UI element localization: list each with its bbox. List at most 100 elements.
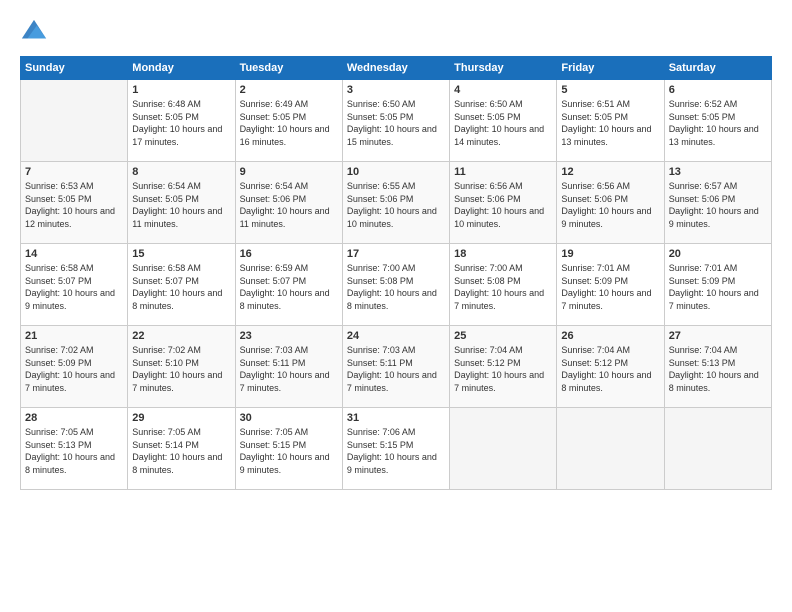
calendar-cell: 13 Sunrise: 6:57 AMSunset: 5:06 PMDayligh… bbox=[664, 162, 771, 244]
calendar-cell: 27Sunrise: 7:04 AMSunset: 5:13 PMDayligh… bbox=[664, 326, 771, 408]
calendar-cell: 23Sunrise: 7:03 AMSunset: 5:11 PMDayligh… bbox=[235, 326, 342, 408]
calendar-header bbox=[20, 18, 772, 46]
calendar-cell: 2 Sunrise: 6:49 AMSunset: 5:05 PMDaylight… bbox=[235, 80, 342, 162]
calendar-cell: 14Sunrise: 6:58 AMSunset: 5:07 PMDayligh… bbox=[21, 244, 128, 326]
calendar-cell: 1 Sunrise: 6:48 AMSunset: 5:05 PMDaylight… bbox=[128, 80, 235, 162]
calendar-cell: 24 Sunrise: 7:03 AMSunset: 5:11 PMDayligh… bbox=[342, 326, 449, 408]
day-info: Sunrise: 7:06 AMSunset: 5:15 PMDaylight:… bbox=[347, 426, 445, 476]
day-info: Sunrise: 7:00 AMSunset: 5:08 PMDaylight:… bbox=[347, 262, 445, 312]
day-number: 15 bbox=[132, 248, 230, 260]
day-info: Sunrise: 6:56 AMSunset: 5:06 PMDaylight:… bbox=[454, 180, 552, 230]
logo-icon bbox=[20, 18, 48, 46]
day-info: Sunrise: 6:57 AMSunset: 5:06 PMDaylight:… bbox=[669, 180, 767, 230]
day-info: Sunrise: 7:01 AMSunset: 5:09 PMDaylight:… bbox=[561, 262, 659, 312]
day-number: 23 bbox=[240, 330, 338, 342]
day-number: 11 bbox=[454, 166, 552, 178]
day-info: Sunrise: 6:58 AMSunset: 5:07 PMDaylight:… bbox=[132, 262, 230, 312]
calendar-cell: 29 Sunrise: 7:05 AMSunset: 5:14 PMDayligh… bbox=[128, 408, 235, 490]
day-info: Sunrise: 7:05 AMSunset: 5:15 PMDaylight:… bbox=[240, 426, 338, 476]
day-number: 19 bbox=[561, 248, 659, 260]
weekday-header-saturday: Saturday bbox=[664, 57, 771, 80]
day-number: 26 bbox=[561, 330, 659, 342]
day-number: 25 bbox=[454, 330, 552, 342]
calendar-cell: 10 Sunrise: 6:55 AMSunset: 5:06 PMDayligh… bbox=[342, 162, 449, 244]
day-number: 31 bbox=[347, 412, 445, 424]
day-number: 18 bbox=[454, 248, 552, 260]
weekday-header-thursday: Thursday bbox=[450, 57, 557, 80]
calendar-cell: 8 Sunrise: 6:54 AMSunset: 5:05 PMDaylight… bbox=[128, 162, 235, 244]
calendar-cell: 18 Sunrise: 7:00 AMSunset: 5:08 PMDayligh… bbox=[450, 244, 557, 326]
day-number: 16 bbox=[240, 248, 338, 260]
day-info: Sunrise: 6:49 AMSunset: 5:05 PMDaylight:… bbox=[240, 98, 338, 148]
day-number: 30 bbox=[240, 412, 338, 424]
day-number: 10 bbox=[347, 166, 445, 178]
calendar-cell: 28 Sunrise: 7:05 AMSunset: 5:13 PMDayligh… bbox=[21, 408, 128, 490]
day-number: 17 bbox=[347, 248, 445, 260]
calendar-week-row: 1 Sunrise: 6:48 AMSunset: 5:05 PMDaylight… bbox=[21, 80, 772, 162]
day-info: Sunrise: 6:56 AMSunset: 5:06 PMDaylight:… bbox=[561, 180, 659, 230]
calendar-cell: 6 Sunrise: 6:52 AMSunset: 5:05 PMDaylight… bbox=[664, 80, 771, 162]
weekday-header-friday: Friday bbox=[557, 57, 664, 80]
day-info: Sunrise: 6:54 AMSunset: 5:05 PMDaylight:… bbox=[132, 180, 230, 230]
calendar-cell: 15 Sunrise: 6:58 AMSunset: 5:07 PMDayligh… bbox=[128, 244, 235, 326]
calendar-cell bbox=[21, 80, 128, 162]
day-number: 21 bbox=[25, 330, 123, 342]
day-number: 3 bbox=[347, 84, 445, 96]
calendar-cell: 11 Sunrise: 6:56 AMSunset: 5:06 PMDayligh… bbox=[450, 162, 557, 244]
day-number: 13 bbox=[669, 166, 767, 178]
calendar-cell: 25 Sunrise: 7:04 AMSunset: 5:12 PMDayligh… bbox=[450, 326, 557, 408]
day-number: 14 bbox=[25, 248, 123, 260]
day-number: 4 bbox=[454, 84, 552, 96]
calendar-week-row: 7 Sunrise: 6:53 AMSunset: 5:05 PMDaylight… bbox=[21, 162, 772, 244]
day-info: Sunrise: 7:00 AMSunset: 5:08 PMDaylight:… bbox=[454, 262, 552, 312]
day-number: 9 bbox=[240, 166, 338, 178]
calendar-cell: 21 Sunrise: 7:02 AMSunset: 5:09 PMDayligh… bbox=[21, 326, 128, 408]
day-number: 22 bbox=[132, 330, 230, 342]
calendar-cell: 5 Sunrise: 6:51 AMSunset: 5:05 PMDaylight… bbox=[557, 80, 664, 162]
day-info: Sunrise: 6:54 AMSunset: 5:06 PMDaylight:… bbox=[240, 180, 338, 230]
day-info: Sunrise: 6:52 AMSunset: 5:05 PMDaylight:… bbox=[669, 98, 767, 148]
day-number: 6 bbox=[669, 84, 767, 96]
calendar-cell: 31 Sunrise: 7:06 AMSunset: 5:15 PMDayligh… bbox=[342, 408, 449, 490]
day-number: 28 bbox=[25, 412, 123, 424]
weekday-header-monday: Monday bbox=[128, 57, 235, 80]
day-info: Sunrise: 7:05 AMSunset: 5:13 PMDaylight:… bbox=[25, 426, 123, 476]
calendar-week-row: 28 Sunrise: 7:05 AMSunset: 5:13 PMDayligh… bbox=[21, 408, 772, 490]
calendar-cell bbox=[664, 408, 771, 490]
day-info: Sunrise: 6:59 AMSunset: 5:07 PMDaylight:… bbox=[240, 262, 338, 312]
logo bbox=[20, 18, 52, 46]
day-number: 20 bbox=[669, 248, 767, 260]
day-info: Sunrise: 7:03 AMSunset: 5:11 PMDaylight:… bbox=[347, 344, 445, 394]
day-info: Sunrise: 6:53 AMSunset: 5:05 PMDaylight:… bbox=[25, 180, 123, 230]
day-info: Sunrise: 6:55 AMSunset: 5:06 PMDaylight:… bbox=[347, 180, 445, 230]
day-info: Sunrise: 6:51 AMSunset: 5:05 PMDaylight:… bbox=[561, 98, 659, 148]
day-number: 2 bbox=[240, 84, 338, 96]
day-number: 12 bbox=[561, 166, 659, 178]
calendar-week-row: 14 Sunrise: 6:58 AMSunset: 5:07 PMDayligh… bbox=[21, 244, 772, 326]
day-info: Sunrise: 7:05 AMSunset: 5:14 PMDaylight:… bbox=[132, 426, 230, 476]
day-info: Sunrise: 7:04 AMSunset: 5:12 PMDaylight:… bbox=[454, 344, 552, 394]
day-info: Sunrise: 6:48 AMSunset: 5:05 PMDaylight:… bbox=[132, 98, 230, 148]
calendar-cell: 12 Sunrise: 6:56 AMSunset: 5:06 PMDayligh… bbox=[557, 162, 664, 244]
day-info: Sunrise: 7:04 AMSunset: 5:13 PMDaylight:… bbox=[669, 344, 767, 394]
day-number: 7 bbox=[25, 166, 123, 178]
day-info: Sunrise: 7:02 AMSunset: 5:09 PMDaylight:… bbox=[25, 344, 123, 394]
day-number: 5 bbox=[561, 84, 659, 96]
calendar-container: SundayMondayTuesdayWednesdayThursdayFrid… bbox=[0, 0, 792, 612]
weekday-header-sunday: Sunday bbox=[21, 57, 128, 80]
day-info: Sunrise: 7:04 AMSunset: 5:12 PMDaylight:… bbox=[561, 344, 659, 394]
day-number: 8 bbox=[132, 166, 230, 178]
calendar-week-row: 21 Sunrise: 7:02 AMSunset: 5:09 PMDayligh… bbox=[21, 326, 772, 408]
day-number: 24 bbox=[347, 330, 445, 342]
calendar-cell bbox=[557, 408, 664, 490]
calendar-cell: 4Sunrise: 6:50 AMSunset: 5:05 PMDaylight… bbox=[450, 80, 557, 162]
calendar-cell: 30 Sunrise: 7:05 AMSunset: 5:15 PMDayligh… bbox=[235, 408, 342, 490]
day-number: 29 bbox=[132, 412, 230, 424]
day-number: 1 bbox=[132, 84, 230, 96]
calendar-cell: 26 Sunrise: 7:04 AMSunset: 5:12 PMDayligh… bbox=[557, 326, 664, 408]
calendar-cell: 20Sunrise: 7:01 AMSunset: 5:09 PMDayligh… bbox=[664, 244, 771, 326]
calendar-cell: 3Sunrise: 6:50 AMSunset: 5:05 PMDaylight… bbox=[342, 80, 449, 162]
weekday-header-row: SundayMondayTuesdayWednesdayThursdayFrid… bbox=[21, 57, 772, 80]
calendar-cell: 16 Sunrise: 6:59 AMSunset: 5:07 PMDayligh… bbox=[235, 244, 342, 326]
calendar-cell: 7 Sunrise: 6:53 AMSunset: 5:05 PMDaylight… bbox=[21, 162, 128, 244]
